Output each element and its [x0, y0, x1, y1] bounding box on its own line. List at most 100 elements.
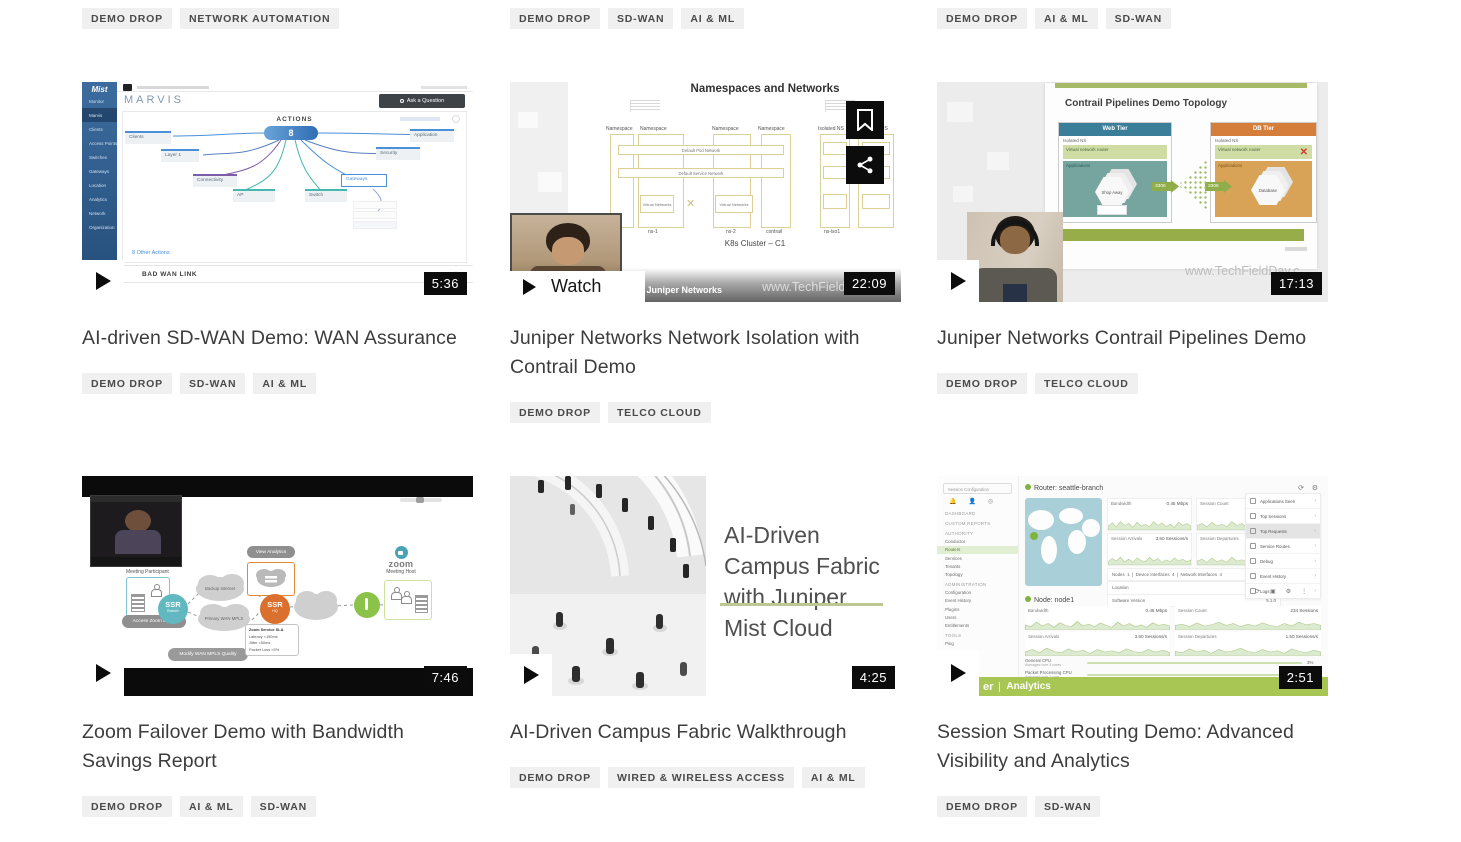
- tag[interactable]: AI & ML: [681, 8, 745, 29]
- analytics-banner: er Analytics: [975, 677, 1328, 696]
- node-header: Node: node1: [1025, 596, 1074, 604]
- play-icon: [950, 664, 966, 682]
- tag[interactable]: DEMO DROP: [937, 8, 1027, 29]
- partial-card-tags: DEMO DROP SD-WAN AI & ML: [510, 8, 745, 29]
- view-analytics-button: View Analytics: [247, 546, 295, 558]
- video-title[interactable]: Juniper Networks Contrail Pipelines Demo: [937, 324, 1328, 353]
- duration-badge: 17:13: [1270, 272, 1322, 295]
- video-tags: DEMO DROP TELCO CLOUD: [937, 373, 1328, 394]
- tag[interactable]: DEMO DROP: [82, 8, 172, 29]
- video-card: AI-Driven Campus Fabric with Juniper Mis…: [510, 476, 901, 788]
- share-button[interactable]: [846, 146, 884, 184]
- tag[interactable]: SD-WAN: [250, 796, 317, 817]
- video-title[interactable]: Session Smart Routing Demo: Advanced Vis…: [937, 718, 1328, 776]
- tag[interactable]: DEMO DROP: [510, 8, 600, 29]
- help-icon: ◎: [987, 499, 994, 505]
- juniper-logo: [1285, 247, 1307, 251]
- tag[interactable]: SD-WAN: [1105, 8, 1172, 29]
- duration-badge: 2:51: [1278, 666, 1322, 689]
- tag[interactable]: NETWORK AUTOMATION: [179, 8, 340, 29]
- status-dot: [1025, 596, 1031, 602]
- video-tags: DEMO DROP AI & ML SD-WAN: [82, 796, 473, 817]
- zoom-sla-box: Zoom Service SLA Latency <150ms Jitter <…: [245, 624, 299, 656]
- expand-icon: ▣: [1270, 589, 1276, 595]
- tag[interactable]: AI & ML: [253, 373, 317, 394]
- partial-card-tags: DEMO DROP NETWORK AUTOMATION: [82, 8, 340, 29]
- tag[interactable]: SD-WAN: [1034, 796, 1101, 817]
- mist-logo: Mist: [91, 85, 108, 94]
- play-button[interactable]: [937, 260, 979, 302]
- tag[interactable]: SD-WAN: [607, 8, 674, 29]
- zoom-logo: zoom Meeting Host: [378, 546, 424, 575]
- tag[interactable]: DEMO DROP: [937, 796, 1027, 817]
- mist-sidebar: Mist Monitor Marvis Clients Access Point…: [82, 82, 117, 265]
- video-thumbnail[interactable]: Session Configuration 🔔 👤 ◎ DASHBOARD CUST…: [937, 476, 1328, 696]
- zoom-camera-icon: [394, 546, 408, 559]
- tag[interactable]: AI & ML: [1034, 8, 1098, 29]
- play-icon: [523, 278, 536, 295]
- play-button[interactable]: [82, 650, 124, 696]
- apps-icon: [1250, 498, 1256, 504]
- thumbnail-zoom-diagram: Meeting Participant SSR Branch Backup In…: [82, 476, 473, 696]
- tag[interactable]: DEMO DROP: [510, 402, 600, 423]
- bookmark-button[interactable]: [846, 101, 884, 139]
- tag[interactable]: DEMO DROP: [82, 796, 172, 817]
- search-icon: [399, 99, 404, 103]
- user-icon: 👤: [968, 499, 976, 505]
- router-actions-menu: Applications Seen › Top Sessions › Top Req…: [1245, 493, 1321, 599]
- video-title[interactable]: Juniper Networks Network Isolation with …: [510, 324, 901, 382]
- video-thumbnail[interactable]: Mist Monitor Marvis Clients Access Point…: [82, 82, 473, 302]
- host-box: [384, 580, 432, 620]
- play-button[interactable]: Watch: [510, 271, 645, 302]
- db-tier-box: DB Tier Isolated NS Virtual network rout…: [1210, 122, 1317, 223]
- thumbnail-ssr-dashboard: Session Configuration 🔔 👤 ◎ DASHBOARD CUST…: [937, 476, 1328, 696]
- slide-title: Namespaces and Networks: [690, 83, 840, 95]
- tag[interactable]: WIRED & WIRELESS ACCESS: [607, 767, 794, 788]
- bad-wan-link-row: BAD WAN LINK ⋮: [117, 265, 473, 283]
- tag[interactable]: TELCO CLOUD: [607, 402, 711, 423]
- video-title[interactable]: Zoom Failover Demo with Bandwidth Saving…: [82, 718, 473, 776]
- play-button[interactable]: [82, 260, 124, 302]
- video-thumbnail[interactable]: Meeting Participant SSR Branch Backup In…: [82, 476, 473, 696]
- video-title[interactable]: AI-Driven Campus Fabric Walkthrough: [510, 718, 901, 747]
- video-card: Session Configuration 🔔 👤 ◎ DASHBOARD CUST…: [937, 476, 1328, 817]
- routes-icon: [1250, 543, 1256, 549]
- ssr-hq-node: SSR HQ: [260, 594, 290, 624]
- play-button[interactable]: [510, 654, 552, 696]
- actions-count-pill: 8: [264, 126, 318, 140]
- play-button[interactable]: [937, 650, 979, 696]
- tag[interactable]: DEMO DROP: [82, 373, 172, 394]
- tag[interactable]: DEMO DROP: [937, 373, 1027, 394]
- tag[interactable]: AI & ML: [179, 796, 243, 817]
- session-config-search: Session Configuration: [943, 483, 1012, 494]
- marvis-title: MARVIS: [124, 94, 184, 106]
- tag[interactable]: TELCO CLOUD: [1034, 373, 1138, 394]
- tag[interactable]: SD-WAN: [179, 373, 246, 394]
- kebab-icon: ⋮: [1301, 589, 1308, 595]
- sessions-icon: [1250, 513, 1256, 519]
- video-title[interactable]: AI-driven SD-WAN Demo: WAN Assurance: [82, 324, 473, 353]
- dashboard-sidebar: Session Configuration 🔔 👤 ◎ DASHBOARD CUST…: [937, 476, 1019, 677]
- video-tags: DEMO DROP SD-WAN: [937, 796, 1328, 817]
- video-card: Contrail Pipelines Demo Topology Web Tie…: [937, 82, 1328, 394]
- debug-icon: [1250, 558, 1256, 564]
- cluster-label: K8s Cluster – C1: [724, 239, 786, 248]
- other-actions-link: 8 Other Actions: [132, 250, 170, 256]
- web-tier-box: Web Tier Isolated NS Virtual network rou…: [1058, 122, 1172, 223]
- cloud-icon: [256, 569, 286, 587]
- tag[interactable]: DEMO DROP: [510, 767, 600, 788]
- video-thumbnail[interactable]: Namespaces and Networks Namespace Namesp…: [510, 82, 901, 302]
- share-icon: [857, 156, 873, 174]
- video-tags: DEMO DROP WIRED & WIRELESS ACCESS AI & M…: [510, 767, 901, 788]
- watch-label: Watch: [551, 276, 602, 296]
- router-header: Router: seattle-branch: [1025, 484, 1103, 492]
- campus-headline: AI-Driven Campus Fabric with Juniper Mis…: [724, 522, 880, 641]
- wan-router-node: [354, 592, 380, 618]
- video-thumbnail[interactable]: Contrail Pipelines Demo Topology Web Tie…: [937, 82, 1328, 302]
- video-thumbnail[interactable]: AI-Driven Campus Fabric with Juniper Mis…: [510, 476, 901, 696]
- thumbnail-campus: AI-Driven Campus Fabric with Juniper Mis…: [510, 476, 901, 696]
- presenter-webcam: [90, 495, 182, 567]
- duration-badge: 22:09: [843, 272, 895, 295]
- tag[interactable]: AI & ML: [801, 767, 865, 788]
- play-icon: [523, 666, 539, 684]
